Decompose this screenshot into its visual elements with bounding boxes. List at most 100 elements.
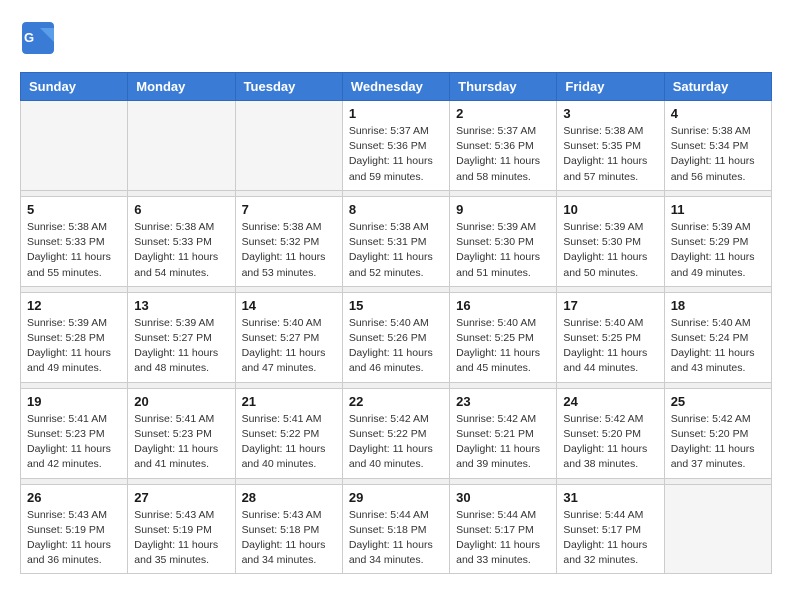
day-number: 20	[134, 394, 228, 409]
calendar-cell: 25 Sunrise: 5:42 AM Sunset: 5:20 PM Dayli…	[664, 388, 771, 478]
day-number: 26	[27, 490, 121, 505]
calendar-cell	[664, 484, 771, 574]
weekday-header-thursday: Thursday	[450, 73, 557, 101]
calendar-cell: 9 Sunrise: 5:39 AM Sunset: 5:30 PM Daylig…	[450, 196, 557, 286]
calendar-cell: 15 Sunrise: 5:40 AM Sunset: 5:26 PM Dayli…	[342, 292, 449, 382]
day-info: Sunrise: 5:38 AM Sunset: 5:31 PM Dayligh…	[349, 220, 443, 281]
day-number: 2	[456, 106, 550, 121]
calendar-cell: 3 Sunrise: 5:38 AM Sunset: 5:35 PM Daylig…	[557, 101, 664, 191]
day-info: Sunrise: 5:44 AM Sunset: 5:18 PM Dayligh…	[349, 508, 443, 569]
day-info: Sunrise: 5:40 AM Sunset: 5:25 PM Dayligh…	[456, 316, 550, 377]
calendar-cell	[235, 101, 342, 191]
weekday-header-tuesday: Tuesday	[235, 73, 342, 101]
day-info: Sunrise: 5:39 AM Sunset: 5:27 PM Dayligh…	[134, 316, 228, 377]
day-number: 7	[242, 202, 336, 217]
day-info: Sunrise: 5:37 AM Sunset: 5:36 PM Dayligh…	[349, 124, 443, 185]
day-number: 1	[349, 106, 443, 121]
weekday-header-sunday: Sunday	[21, 73, 128, 101]
weekday-header-friday: Friday	[557, 73, 664, 101]
day-number: 14	[242, 298, 336, 313]
weekday-header-row: SundayMondayTuesdayWednesdayThursdayFrid…	[21, 73, 772, 101]
day-info: Sunrise: 5:39 AM Sunset: 5:30 PM Dayligh…	[563, 220, 657, 281]
day-number: 4	[671, 106, 765, 121]
day-number: 17	[563, 298, 657, 313]
day-number: 9	[456, 202, 550, 217]
day-info: Sunrise: 5:40 AM Sunset: 5:24 PM Dayligh…	[671, 316, 765, 377]
day-number: 21	[242, 394, 336, 409]
day-number: 29	[349, 490, 443, 505]
day-info: Sunrise: 5:39 AM Sunset: 5:29 PM Dayligh…	[671, 220, 765, 281]
logo: G	[20, 20, 60, 56]
calendar-cell: 21 Sunrise: 5:41 AM Sunset: 5:22 PM Dayli…	[235, 388, 342, 478]
day-number: 24	[563, 394, 657, 409]
day-number: 16	[456, 298, 550, 313]
calendar-cell: 2 Sunrise: 5:37 AM Sunset: 5:36 PM Daylig…	[450, 101, 557, 191]
calendar-cell: 4 Sunrise: 5:38 AM Sunset: 5:34 PM Daylig…	[664, 101, 771, 191]
calendar-cell: 23 Sunrise: 5:42 AM Sunset: 5:21 PM Dayli…	[450, 388, 557, 478]
day-info: Sunrise: 5:43 AM Sunset: 5:19 PM Dayligh…	[134, 508, 228, 569]
day-info: Sunrise: 5:38 AM Sunset: 5:32 PM Dayligh…	[242, 220, 336, 281]
day-number: 5	[27, 202, 121, 217]
day-info: Sunrise: 5:40 AM Sunset: 5:25 PM Dayligh…	[563, 316, 657, 377]
calendar-cell: 27 Sunrise: 5:43 AM Sunset: 5:19 PM Dayli…	[128, 484, 235, 574]
calendar-cell: 11 Sunrise: 5:39 AM Sunset: 5:29 PM Dayli…	[664, 196, 771, 286]
calendar-cell: 5 Sunrise: 5:38 AM Sunset: 5:33 PM Daylig…	[21, 196, 128, 286]
calendar-week-3: 19 Sunrise: 5:41 AM Sunset: 5:23 PM Dayli…	[21, 388, 772, 478]
calendar-cell: 26 Sunrise: 5:43 AM Sunset: 5:19 PM Dayli…	[21, 484, 128, 574]
day-info: Sunrise: 5:40 AM Sunset: 5:26 PM Dayligh…	[349, 316, 443, 377]
calendar-cell: 20 Sunrise: 5:41 AM Sunset: 5:23 PM Dayli…	[128, 388, 235, 478]
day-number: 12	[27, 298, 121, 313]
weekday-header-saturday: Saturday	[664, 73, 771, 101]
calendar-cell: 24Sunrise: 5:42 AM Sunset: 5:20 PM Dayli…	[557, 388, 664, 478]
day-number: 6	[134, 202, 228, 217]
day-number: 3	[563, 106, 657, 121]
day-info: Sunrise: 5:39 AM Sunset: 5:28 PM Dayligh…	[27, 316, 121, 377]
calendar-cell	[128, 101, 235, 191]
calendar-cell: 12 Sunrise: 5:39 AM Sunset: 5:28 PM Dayli…	[21, 292, 128, 382]
day-info: Sunrise: 5:38 AM Sunset: 5:33 PM Dayligh…	[27, 220, 121, 281]
day-info: Sunrise: 5:37 AM Sunset: 5:36 PM Dayligh…	[456, 124, 550, 185]
logo-icon: G	[20, 20, 56, 56]
day-number: 31	[563, 490, 657, 505]
page-header: G	[20, 20, 772, 56]
day-info: Sunrise: 5:38 AM Sunset: 5:33 PM Dayligh…	[134, 220, 228, 281]
weekday-header-monday: Monday	[128, 73, 235, 101]
day-number: 8	[349, 202, 443, 217]
day-number: 18	[671, 298, 765, 313]
calendar-cell: 13 Sunrise: 5:39 AM Sunset: 5:27 PM Dayli…	[128, 292, 235, 382]
calendar-cell: 10 Sunrise: 5:39 AM Sunset: 5:30 PM Dayli…	[557, 196, 664, 286]
day-info: Sunrise: 5:41 AM Sunset: 5:23 PM Dayligh…	[134, 412, 228, 473]
calendar-cell: 30Sunrise: 5:44 AM Sunset: 5:17 PM Dayli…	[450, 484, 557, 574]
day-number: 13	[134, 298, 228, 313]
calendar-cell: 1 Sunrise: 5:37 AM Sunset: 5:36 PM Daylig…	[342, 101, 449, 191]
day-info: Sunrise: 5:41 AM Sunset: 5:22 PM Dayligh…	[242, 412, 336, 473]
day-info: Sunrise: 5:41 AM Sunset: 5:23 PM Dayligh…	[27, 412, 121, 473]
day-info: Sunrise: 5:39 AM Sunset: 5:30 PM Dayligh…	[456, 220, 550, 281]
day-number: 22	[349, 394, 443, 409]
day-number: 10	[563, 202, 657, 217]
calendar-cell: 7 Sunrise: 5:38 AM Sunset: 5:32 PM Daylig…	[235, 196, 342, 286]
day-info: Sunrise: 5:38 AM Sunset: 5:34 PM Dayligh…	[671, 124, 765, 185]
day-number: 11	[671, 202, 765, 217]
day-number: 27	[134, 490, 228, 505]
calendar-cell: 16 Sunrise: 5:40 AM Sunset: 5:25 PM Dayli…	[450, 292, 557, 382]
day-info: Sunrise: 5:42 AM Sunset: 5:22 PM Dayligh…	[349, 412, 443, 473]
day-number: 19	[27, 394, 121, 409]
day-number: 25	[671, 394, 765, 409]
calendar-cell	[21, 101, 128, 191]
day-info: Sunrise: 5:42 AM Sunset: 5:21 PM Dayligh…	[456, 412, 550, 473]
day-info: Sunrise: 5:43 AM Sunset: 5:19 PM Dayligh…	[27, 508, 121, 569]
calendar-cell: 28Sunrise: 5:43 AM Sunset: 5:18 PM Dayli…	[235, 484, 342, 574]
day-info: Sunrise: 5:38 AM Sunset: 5:35 PM Dayligh…	[563, 124, 657, 185]
calendar-cell: 22 Sunrise: 5:42 AM Sunset: 5:22 PM Dayli…	[342, 388, 449, 478]
weekday-header-wednesday: Wednesday	[342, 73, 449, 101]
calendar-cell: 8 Sunrise: 5:38 AM Sunset: 5:31 PM Daylig…	[342, 196, 449, 286]
calendar-week-4: 26 Sunrise: 5:43 AM Sunset: 5:19 PM Dayli…	[21, 484, 772, 574]
day-number: 15	[349, 298, 443, 313]
calendar-week-2: 12 Sunrise: 5:39 AM Sunset: 5:28 PM Dayli…	[21, 292, 772, 382]
day-number: 23	[456, 394, 550, 409]
calendar-week-0: 1 Sunrise: 5:37 AM Sunset: 5:36 PM Daylig…	[21, 101, 772, 191]
day-info: Sunrise: 5:43 AM Sunset: 5:18 PM Dayligh…	[242, 508, 336, 569]
day-info: Sunrise: 5:42 AM Sunset: 5:20 PM Dayligh…	[671, 412, 765, 473]
day-info: Sunrise: 5:44 AM Sunset: 5:17 PM Dayligh…	[563, 508, 657, 569]
